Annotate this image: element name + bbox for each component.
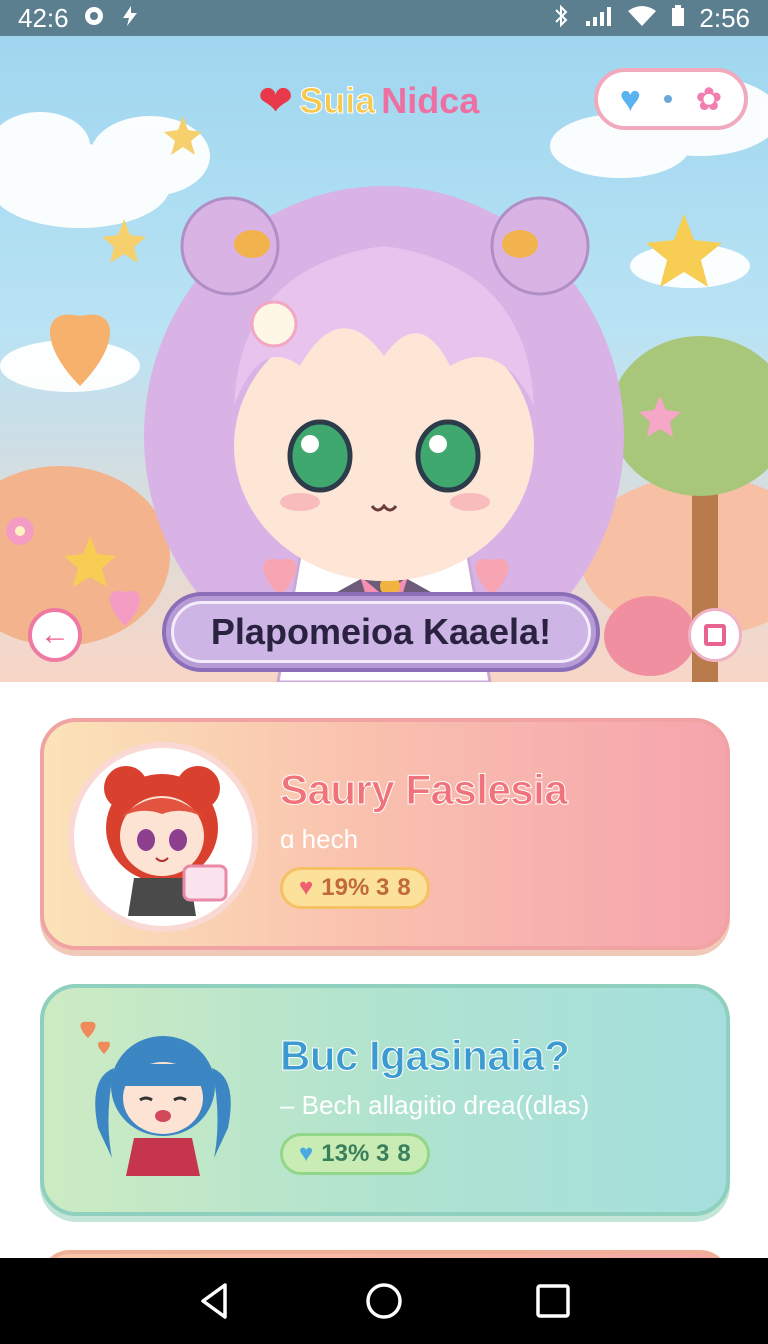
affinity-extra: 8 bbox=[397, 874, 411, 901]
settings-dot-icon bbox=[83, 5, 105, 31]
character-card-name: Buc Igasinaia? bbox=[279, 1032, 570, 1080]
character-avatar-red-hair bbox=[104, 766, 228, 916]
navigation-bar bbox=[0, 1258, 768, 1344]
flash-icon bbox=[119, 5, 141, 31]
app-title-part2: Nidca bbox=[381, 79, 480, 121]
affinity-badge: ♥ 19% 3 8 bbox=[280, 867, 430, 909]
app-title-part1: Suia bbox=[299, 79, 376, 121]
square-icon bbox=[704, 624, 726, 646]
stop-button[interactable] bbox=[688, 608, 742, 662]
heart-icon: ❤ bbox=[258, 77, 294, 124]
affinity-value: 19% 3 bbox=[321, 874, 390, 901]
nav-home-button[interactable] bbox=[354, 1271, 414, 1331]
status-left: 42:6 bbox=[18, 3, 141, 34]
character-card-subtitle: ɑ hech bbox=[280, 824, 359, 854]
nav-recents-button[interactable] bbox=[523, 1271, 583, 1331]
heart-icon: ♥ bbox=[299, 874, 314, 901]
card-text: Saury Faslesia ɑ hech ♥ 19% 3 8 bbox=[279, 766, 568, 909]
status-time-right: 2:56 bbox=[699, 2, 750, 33]
triangle-back-icon bbox=[200, 1283, 227, 1319]
character-card-subtitle: – Bech allagitio drea((dlas) bbox=[280, 1090, 590, 1120]
avatar bbox=[68, 742, 258, 932]
character-card-name: Saury Faslesia bbox=[279, 766, 568, 814]
character-list: Saury Faslesia ɑ hech ♥ 19% 3 8 Buc Igas… bbox=[0, 682, 768, 1310]
status-bar: 42:6 2:56 bbox=[0, 0, 768, 36]
square-recents-icon bbox=[536, 1284, 571, 1318]
battery-icon bbox=[671, 5, 685, 31]
character-card[interactable]: Saury Faslesia ɑ hech ♥ 19% 3 8 bbox=[40, 718, 730, 950]
character-hero: ❤ Suia Nidca ♥ ✿ ← Plapomeioa Kaaela! bbox=[0, 36, 768, 682]
heart-icon: ♥ bbox=[299, 1140, 314, 1167]
bluetooth-icon bbox=[551, 4, 571, 32]
flower-icon: ✿ bbox=[695, 81, 723, 117]
card-text: Buc Igasinaia? – Bech allagitio drea((dl… bbox=[279, 1032, 590, 1175]
character-name: Plapomeioa Kaaela! bbox=[171, 601, 591, 663]
wifi-icon bbox=[627, 5, 657, 31]
blue-heart-icon: ♥ bbox=[619, 78, 641, 119]
affinity-value: 13% 3 bbox=[321, 1140, 390, 1167]
character-avatar-blue-hair bbox=[80, 1021, 231, 1176]
back-button[interactable]: ← bbox=[28, 608, 82, 662]
favorites-pill[interactable]: ♥ ✿ bbox=[594, 68, 748, 130]
character-name-banner: Plapomeioa Kaaela! bbox=[162, 592, 600, 672]
arrow-left-icon: ← bbox=[40, 618, 70, 651]
avatar bbox=[68, 1008, 258, 1198]
character-card[interactable]: Buc Igasinaia? – Bech allagitio drea((dl… bbox=[40, 984, 730, 1216]
status-right: 2:56 bbox=[551, 3, 750, 34]
signal-icon bbox=[585, 5, 613, 31]
app-title: ❤ Suia Nidca bbox=[258, 76, 479, 125]
hero-illustration bbox=[0, 76, 768, 682]
affinity-extra: 8 bbox=[397, 1140, 411, 1167]
status-time-left: 42:6 bbox=[18, 2, 69, 33]
circle-home-icon bbox=[366, 1283, 402, 1319]
nav-back-button[interactable] bbox=[185, 1271, 245, 1331]
affinity-badge: ♥ 13% 3 8 bbox=[280, 1133, 430, 1175]
pill-dot bbox=[664, 95, 673, 103]
